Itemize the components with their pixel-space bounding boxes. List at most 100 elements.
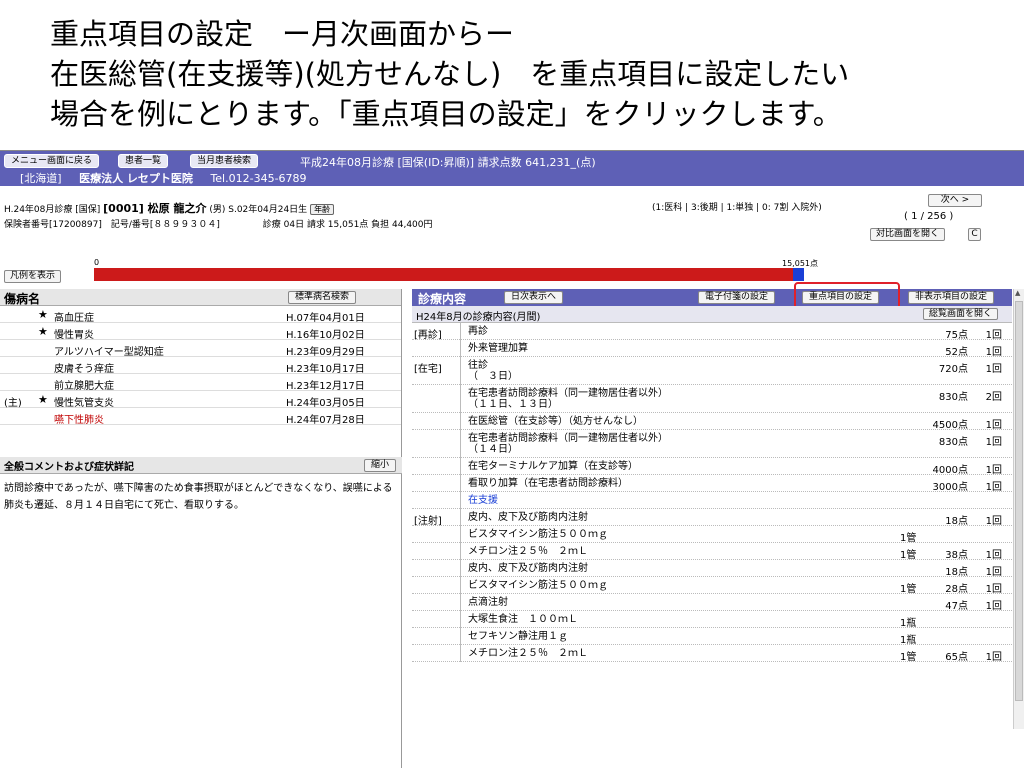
treatment-list: [再診] 再診 75点 1回 外来管理加算 52点 1回 [在宅] 往診 （ ３日） 720点 1回… [412, 323, 1012, 663]
scroll-thumb[interactable] [1015, 301, 1023, 701]
treatment-row[interactable]: [再診] 再診 75点 1回 [412, 323, 1012, 341]
treatment-quantity: 1管 [900, 652, 917, 663]
treatment-name: 点滴注射 [468, 597, 508, 608]
treatment-name: 外来管理加算 [468, 343, 528, 354]
disease-row[interactable]: 前立腺肥大症 H.23年12月17日 [0, 374, 401, 392]
treatment-row[interactable]: ビスタマイシン筋注５００ｍｇ 1管 28点 1回 [412, 577, 1012, 595]
treatment-count: 1回 [985, 330, 1002, 341]
treatment-row[interactable]: 看取り加算（在宅患者訪問診療料） 3000点 1回 [412, 475, 1012, 493]
treatment-quantity: 1管 [900, 584, 917, 595]
next-button[interactable]: 次へ > [928, 194, 982, 207]
daily-view-button[interactable]: 日次表示へ [504, 291, 564, 304]
caption-line-1: 重点項目の設定 ー月次画面からー [50, 17, 515, 51]
treatment-points: 4500点 [932, 420, 968, 431]
patient-dob: (男) S.02年04月24日生 [209, 205, 308, 215]
disease-date: H.07年04月01日 [286, 313, 365, 324]
treatment-count: 1回 [985, 420, 1002, 431]
disease-name: 慢性気管支炎 [54, 398, 114, 409]
treatment-name: 皮内、皮下及び筋肉内注射 [468, 512, 588, 523]
pager: ( 1 / 256 ) [904, 211, 954, 222]
show-legend-button[interactable]: 凡例を表示 [4, 270, 62, 283]
treatment-name: 在医総管（在支診等）（処方せんなし） [468, 416, 643, 427]
standard-disease-search-button[interactable]: 標準病名検索 [288, 291, 357, 304]
disease-panel: 傷病名 標準病名検索 ★ 高血圧症 H.07年04月01日 ★ 慢性胃炎 H.16年10月… [0, 289, 402, 768]
disease-name: 前立腺肥大症 [54, 381, 114, 392]
star-icon: ★ [38, 325, 48, 338]
treatment-row[interactable]: [在宅] 往診 （ ３日） 720点 1回 [412, 357, 1012, 385]
treatment-name: ビスタマイシン筋注５００ｍｇ [468, 529, 608, 540]
summary-screen-button[interactable]: 総覧画面を開く [922, 308, 998, 320]
treatment-scrollbar[interactable]: ▲ [1013, 289, 1024, 729]
points-bar-fill [793, 268, 804, 281]
treatment-name: 往診 （ ３日） [468, 360, 518, 382]
age-tag[interactable]: 年齢 [310, 204, 335, 215]
treatment-name: 再診 [468, 326, 488, 337]
treatment-name: セフキソン静注用１ｇ [468, 631, 568, 642]
comment-panel-title: 全般コメントおよび症状詳記 [4, 462, 134, 473]
disease-row[interactable]: (主) ★ 慢性気管支炎 H.24年03月05日 [0, 391, 401, 409]
insurer-number: 保険者番号[17200897] 記号/番号[８８９９３０４] [4, 220, 220, 230]
treatment-count: 1回 [985, 601, 1002, 612]
treatment-category: [在宅] [414, 364, 442, 375]
tutorial-caption: 重点項目の設定 ー月次画面からー 在医総管(在支援等)(処方せんなし) を重点項… [50, 14, 1010, 134]
disease-name: 慢性胃炎 [54, 330, 94, 341]
c-button[interactable]: C [968, 228, 981, 241]
treatment-points: 47点 [945, 601, 968, 612]
treatment-count: 1回 [985, 652, 1002, 663]
treatment-quantity: 1管 [900, 533, 917, 544]
treatment-points: 720点 [938, 364, 968, 375]
treatment-row[interactable]: メチロン注２５％ ２ｍＬ 1管 38点 1回 [412, 543, 1012, 561]
claim-summary: 診療 04日 請求 15,051点 負担 44,400円 [262, 220, 433, 230]
treatment-points: 830点 [938, 437, 968, 448]
compare-screen-button[interactable]: 対比画面を開く [870, 228, 946, 241]
patient-list-button[interactable]: 患者一覧 [118, 154, 169, 168]
treatment-points: 65点 [945, 652, 968, 663]
disease-date: H.24年03月05日 [286, 398, 365, 409]
treatment-name: 皮内、皮下及び筋肉内注射 [468, 563, 588, 574]
treatment-row[interactable]: 大塚生食注 １００ｍＬ 1瓶 [412, 611, 1012, 629]
treatment-name: メチロン注２５％ ２ｍＬ [468, 648, 588, 659]
treatment-row[interactable]: [注射] 皮内、皮下及び筋肉内注射 18点 1回 [412, 509, 1012, 527]
clinic-name: 医療法人 レセプト医院 [79, 172, 193, 185]
disease-date: H.23年09月29日 [286, 347, 365, 358]
treatment-name: 在宅ターミナルケア加算（在支診等） [468, 461, 638, 472]
treatment-count: 1回 [985, 482, 1002, 493]
bar-zero-label: 0 [94, 258, 100, 267]
treatment-row[interactable]: ビスタマイシン筋注５００ｍｇ 1管 [412, 526, 1012, 544]
treatment-row[interactable]: 在宅患者訪問診療料（同一建物居住者以外） （１４日） 830点 1回 [412, 430, 1012, 458]
disease-panel-header: 傷病名 標準病名検索 [0, 289, 401, 306]
electronic-tag-settings-button[interactable]: 電子付箋の設定 [698, 291, 776, 304]
menu-return-button[interactable]: メニュー画面に戻る [4, 154, 100, 168]
scroll-up-icon[interactable]: ▲ [1015, 289, 1020, 297]
treatment-row[interactable]: 外来管理加算 52点 1回 [412, 340, 1012, 358]
hidden-item-settings-button[interactable]: 非表示項目の設定 [908, 291, 995, 304]
treatment-row[interactable]: 在支援 [412, 492, 1012, 509]
treatment-row[interactable]: 在医総管（在支診等）（処方せんなし） 4500点 1回 [412, 413, 1012, 431]
disease-row[interactable]: ★ 高血圧症 H.07年04月01日 [0, 306, 401, 324]
disease-row[interactable]: 嚥下性肺炎 H.24年07月28日 [0, 408, 401, 426]
disease-row[interactable]: アルツハイマー型認知症 H.23年09月29日 [0, 340, 401, 358]
billing-period: 平成24年08月診療 [国保(ID:昇順)] 請求点数 641,231_(点) [300, 156, 596, 169]
treatment-quantity: 1瓶 [900, 618, 917, 629]
disease-panel-title: 傷病名 [4, 292, 41, 306]
treatment-subheader: H24年8月の診療内容(月間) 総覧画面を開く [412, 306, 1012, 323]
shrink-button[interactable]: 縮小 [364, 459, 397, 472]
treatment-row[interactable]: 在宅患者訪問診療料（同一建物居住者以外） （１１日、１３日） 830点 2回 [412, 385, 1012, 413]
treatment-row[interactable]: メチロン注２５％ ２ｍＬ 1管 65点 1回 [412, 645, 1012, 663]
treatment-row[interactable]: 皮内、皮下及び筋肉内注射 18点 1回 [412, 560, 1012, 578]
treatment-row[interactable]: 点滴注射 47点 1回 [412, 594, 1012, 612]
caption-line-3: 場合を例にとります。「重点項目の設定」をクリックします。 [50, 97, 842, 131]
disease-row[interactable]: 皮膚そう痒症 H.23年10月17日 [0, 357, 401, 375]
disease-date: H.23年10月17日 [286, 364, 365, 375]
caption-line-2: 在医総管(在支援等)(処方せんなし) を重点項目に設定したい [50, 57, 850, 91]
treatment-row[interactable]: セフキソン静注用１ｇ 1瓶 [412, 628, 1012, 646]
treatment-month-label: H24年8月の診療内容(月間) [416, 312, 541, 323]
star-icon: ★ [38, 308, 48, 321]
treatment-points: 18点 [945, 516, 968, 527]
current-patient-search-button[interactable]: 当月患者検索 [190, 154, 259, 168]
disease-row[interactable]: ★ 慢性胃炎 H.16年10月02日 [0, 323, 401, 341]
treatment-name: 在宅患者訪問診療料（同一建物居住者以外） （１１日、１３日） [468, 388, 668, 410]
treatment-row[interactable]: 在宅ターミナルケア加算（在支診等） 4000点 1回 [412, 458, 1012, 476]
clinic-info: [北海道] 医療法人 レセプト医院 Tel.012-345-6789 [20, 170, 307, 186]
treatment-points: 18点 [945, 567, 968, 578]
